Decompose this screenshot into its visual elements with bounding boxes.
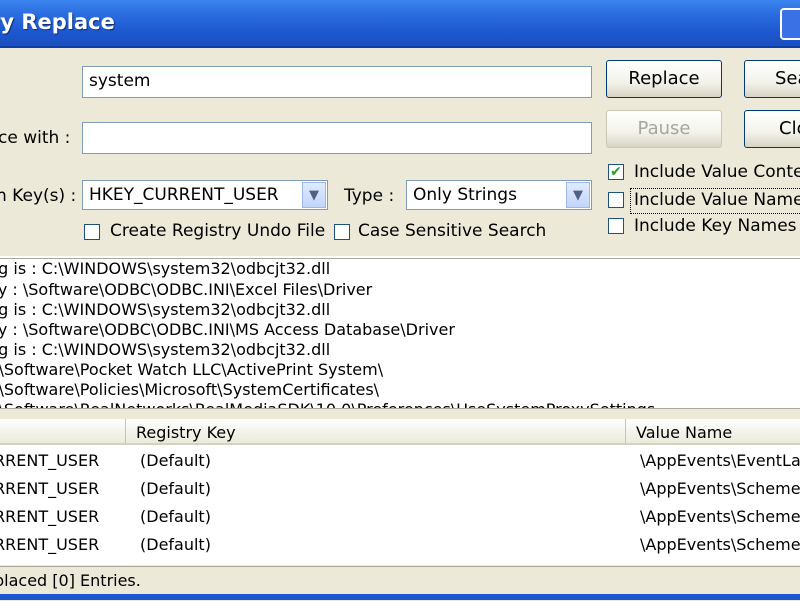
case-sensitive-label: Case Sensitive Search xyxy=(358,221,547,241)
results-table[interactable]: Registry Key Value Name RRENT_USER (Defa… xyxy=(0,419,800,565)
case-sensitive-checkbox[interactable] xyxy=(334,224,350,240)
search-form: system ce with : Replace Sea Pause Clo h… xyxy=(0,48,800,256)
replace-with-label: ce with : xyxy=(0,128,71,148)
table-cell: RRENT_USER xyxy=(0,479,100,498)
table-cell: RRENT_USER xyxy=(0,507,100,526)
log-line: ng is : C:\WINDOWS\system32\odbcjt32.dll xyxy=(0,259,331,278)
window-bottom-border xyxy=(0,594,800,600)
column-header-hive[interactable] xyxy=(0,419,126,445)
search-button[interactable]: Sea xyxy=(744,60,800,98)
create-undo-checkbox[interactable] xyxy=(84,224,100,240)
log-line: ng is : C:\WINDOWS\system32\odbcjt32.dll xyxy=(0,300,331,319)
log-line: : \Software\Pocket Watch LLC\ActivePrint… xyxy=(0,360,384,379)
table-cell: \AppEvents\Scheme xyxy=(640,479,800,498)
table-cell: RRENT_USER xyxy=(0,451,100,470)
pause-button-label: Pause xyxy=(637,118,691,139)
include-value-names-label: Include Value Names i xyxy=(634,190,800,210)
log-line: ey : \Software\ODBC\ODBC.INI\Excel Files… xyxy=(0,280,373,299)
replace-with-input[interactable] xyxy=(82,122,592,154)
title-bar[interactable]: ry Replace xyxy=(0,0,800,48)
log-line: : \Software\Policies\Microsoft\SystemCer… xyxy=(0,380,380,399)
type-dropdown[interactable]: Only Strings ▼ xyxy=(406,180,592,210)
table-cell: RRENT_USER xyxy=(0,535,100,554)
table-cell: (Default) xyxy=(140,507,211,526)
log-line: ng is : C:\WINDOWS\system32\odbcjt32.dll xyxy=(0,340,331,359)
close-button[interactable]: Clo xyxy=(744,110,800,148)
include-value-contents-label: Include Value Contents xyxy=(634,162,800,182)
replace-button-label: Replace xyxy=(628,68,700,89)
search-button-label: Sea xyxy=(775,68,800,89)
create-undo-label: Create Registry Undo File xyxy=(110,221,326,241)
log-panel[interactable]: ng is : C:\WINDOWS\system32\odbcjt32.dll… xyxy=(0,256,800,410)
table-cell: (Default) xyxy=(140,451,211,470)
search-keys-value: HKEY_CURRENT_USER xyxy=(89,185,279,205)
column-header-registry-key[interactable]: Registry Key xyxy=(126,419,626,445)
window-title: ry Replace xyxy=(0,10,115,34)
search-keys-dropdown[interactable]: HKEY_CURRENT_USER ▼ xyxy=(82,180,328,210)
table-cell: \AppEvents\EventLa xyxy=(640,451,800,470)
pause-button[interactable]: Pause xyxy=(606,110,722,148)
search-keys-label: h Key(s) : xyxy=(0,186,77,206)
table-cell: (Default) xyxy=(140,479,211,498)
table-cell: \AppEvents\Scheme xyxy=(640,535,800,554)
include-key-names-label: Include Key Names in xyxy=(634,216,800,236)
table-cell: \AppEvents\Scheme xyxy=(640,507,800,526)
log-line: ey : \Software\ODBC\ODBC.INI\MS Access D… xyxy=(0,320,455,339)
type-label: Type : xyxy=(344,186,395,206)
search-input-value: system xyxy=(89,71,151,91)
chevron-down-icon[interactable]: ▼ xyxy=(566,182,590,208)
column-header-value-name[interactable]: Value Name xyxy=(626,419,800,445)
include-key-names-checkbox[interactable] xyxy=(608,218,624,234)
close-button-label: Clo xyxy=(779,118,800,139)
table-cell: (Default) xyxy=(140,535,211,554)
search-input[interactable]: system xyxy=(82,66,592,98)
close-window-button[interactable] xyxy=(780,8,800,40)
type-value: Only Strings xyxy=(413,185,517,205)
include-value-contents-checkbox[interactable]: ✔ xyxy=(608,164,624,180)
replace-button[interactable]: Replace xyxy=(606,60,722,98)
chevron-down-icon[interactable]: ▼ xyxy=(302,182,326,208)
include-value-names-checkbox[interactable] xyxy=(608,192,624,208)
status-text: placed [0] Entries. xyxy=(0,571,141,590)
